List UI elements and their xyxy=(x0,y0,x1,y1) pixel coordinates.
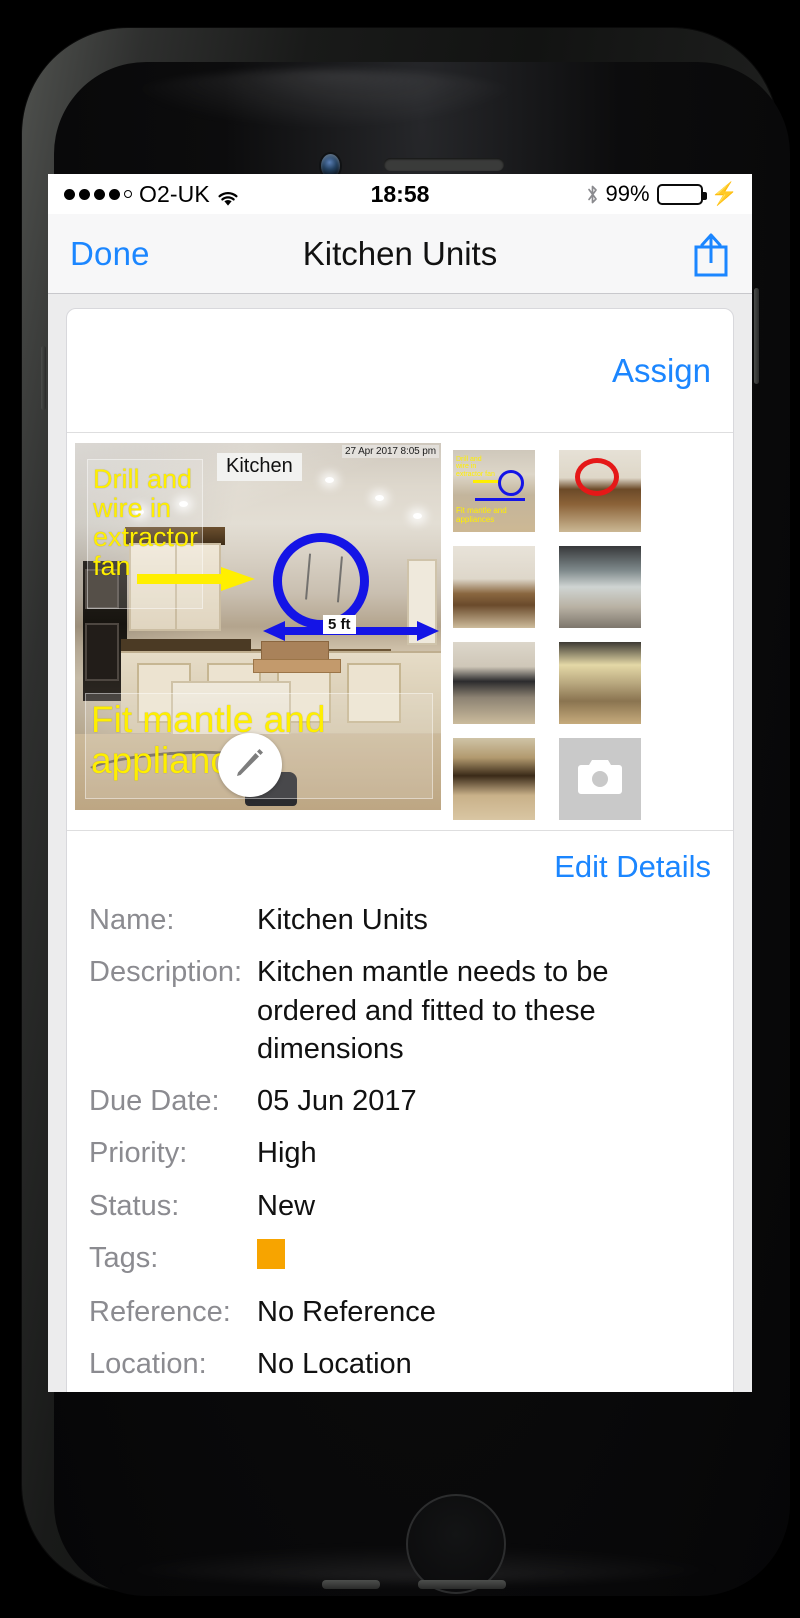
screenshot-root: O2-UK 18:58 99% ⚡ Done Kitchen Units Ass… xyxy=(0,0,800,1618)
detail-row-description[interactable]: Description: Kitchen mantle needs to be … xyxy=(67,953,733,1068)
extractor-fan-sketch xyxy=(305,553,343,603)
red-circle-annotation-icon xyxy=(575,458,619,496)
home-button[interactable] xyxy=(406,1494,506,1594)
power-button[interactable] xyxy=(754,288,759,384)
detail-label: Location: xyxy=(89,1348,207,1381)
thumbnail-red-circle-wall[interactable] xyxy=(559,450,641,532)
detail-label: Tags: xyxy=(89,1241,159,1274)
pencil-icon xyxy=(233,746,267,785)
detail-value: High xyxy=(257,1137,317,1170)
thumbnail-fridge-island[interactable] xyxy=(453,642,535,724)
assign-button[interactable]: Assign xyxy=(612,352,711,390)
oven-door-lower xyxy=(85,623,119,681)
annotation-text-top: Drill and wire in extractor fan xyxy=(93,464,199,582)
detail-row-reference[interactable]: Reference: No Reference xyxy=(67,1293,733,1331)
navigation-bar: Done Kitchen Units xyxy=(48,214,752,294)
edit-details-row: Edit Details xyxy=(67,831,733,895)
status-bar: O2-UK 18:58 99% ⚡ xyxy=(48,174,752,214)
edit-photo-button[interactable] xyxy=(218,733,282,797)
page-title: Kitchen Units xyxy=(302,234,498,272)
detail-value: No Location xyxy=(257,1348,412,1381)
content-scroll-area[interactable]: Assign 27 Apr 2017 8:05 pm Kitchen Drill… xyxy=(48,294,752,1392)
detail-value: No Reference xyxy=(257,1296,436,1329)
detail-value: 05 Jun 2017 xyxy=(257,1085,417,1118)
camera-icon xyxy=(578,759,622,799)
thumbnail-annotation-top: Drill and wire in extractor fan xyxy=(456,456,495,478)
thumbnail-grid: Drill and wire in extractor fan Fit mant… xyxy=(453,443,653,820)
earpiece-speaker xyxy=(384,158,504,171)
detail-value: New xyxy=(257,1189,316,1222)
photo-timestamp: 27 Apr 2017 8:05 pm xyxy=(342,445,439,458)
thumbnail-kitchen-table[interactable] xyxy=(559,546,641,628)
detail-row-due-date[interactable]: Due Date: 05 Jun 2017 xyxy=(67,1082,733,1120)
assign-row: Assign xyxy=(67,309,733,433)
detail-label: Priority: xyxy=(89,1137,188,1170)
detail-row-location[interactable]: Location: No Location xyxy=(67,1345,733,1383)
volume-button[interactable] xyxy=(41,346,46,410)
battery-percent-label: 99% xyxy=(605,181,650,206)
counter-left xyxy=(121,639,251,651)
arrow-right-icon xyxy=(137,566,257,592)
photo-room-label: Kitchen xyxy=(217,453,302,481)
task-card: Assign 27 Apr 2017 8:05 pm Kitchen Drill… xyxy=(66,308,734,1392)
speaker-grille-right xyxy=(418,1580,506,1589)
status-bar-right: 99% ⚡ xyxy=(586,181,738,207)
tag-color-swatch xyxy=(257,1238,285,1269)
detail-value xyxy=(257,1238,285,1279)
main-photo[interactable]: 27 Apr 2017 8:05 pm Kitchen Drill and wi… xyxy=(75,443,441,810)
detail-label: Name: xyxy=(89,904,175,936)
detail-label: Reference: xyxy=(89,1296,231,1329)
detail-label: Description: xyxy=(89,956,243,989)
detail-row-name[interactable]: Name: Kitchen Units xyxy=(67,901,733,939)
detail-value: Kitchen Units xyxy=(257,904,428,936)
detail-row-tags[interactable]: Tags: xyxy=(67,1238,733,1279)
bluetooth-icon xyxy=(586,184,599,204)
speaker-grille-left xyxy=(322,1580,380,1589)
screen-glare xyxy=(114,70,534,130)
phone-screen: O2-UK 18:58 99% ⚡ Done Kitchen Units Ass… xyxy=(48,174,752,1392)
charging-bolt-icon: ⚡ xyxy=(710,181,738,206)
detail-row-priority[interactable]: Priority: High xyxy=(67,1134,733,1172)
share-icon[interactable] xyxy=(690,230,732,278)
media-section: 27 Apr 2017 8:05 pm Kitchen Drill and wi… xyxy=(67,433,733,831)
detail-label: Status: xyxy=(89,1189,180,1222)
dimension-label: 5 ft xyxy=(323,615,356,634)
detail-value: Kitchen mantle needs to be ordered and f… xyxy=(257,956,609,1065)
thumbnail-annotation-bottom: Fit mantle and appliances xyxy=(456,506,507,524)
thumbnail-annotated-kitchen[interactable]: Drill and wire in extractor fan Fit mant… xyxy=(453,450,535,532)
battery-icon xyxy=(656,183,707,205)
thumbnail-mantle-kitchen[interactable] xyxy=(453,738,535,820)
edit-details-button[interactable]: Edit Details xyxy=(554,849,711,884)
details-list: Name: Kitchen Units Description: Kitchen… xyxy=(67,895,733,1392)
thumbnail-finished-kitchen[interactable] xyxy=(559,642,641,724)
cardboard-box-2 xyxy=(253,659,341,673)
detail-label: Due Date: xyxy=(89,1085,220,1118)
thumbnail-add-photo[interactable] xyxy=(559,738,641,820)
thumbnail-empty-room[interactable] xyxy=(453,546,535,628)
detail-row-status[interactable]: Status: New xyxy=(67,1187,733,1225)
